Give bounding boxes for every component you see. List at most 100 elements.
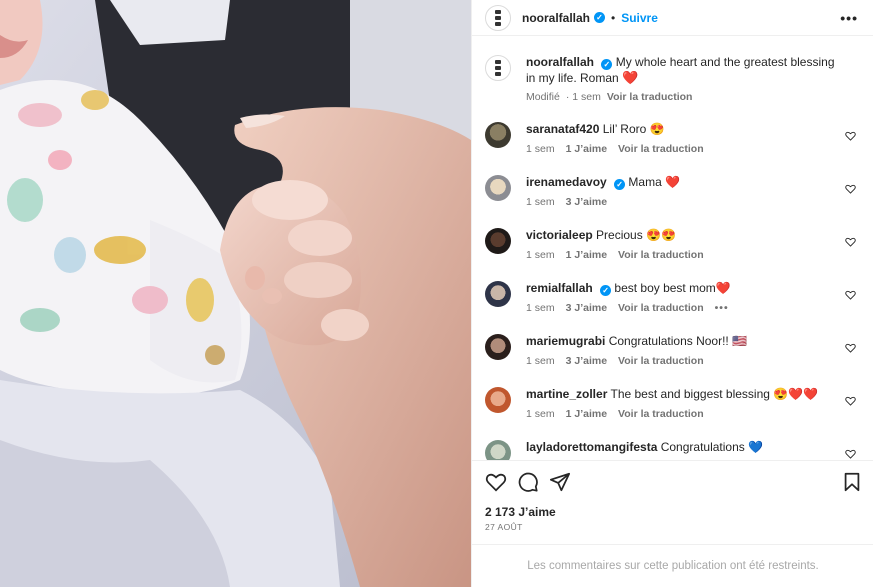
comment-time: 1 sem: [526, 249, 555, 261]
caption-emoji: ❤️: [622, 70, 639, 85]
caption-edited: Modifié: [526, 91, 560, 103]
post-sidebar: nooralfallah ✓ • Suivre ••• nooralfallah…: [471, 0, 873, 587]
comment-text: Precious: [596, 228, 643, 242]
comment-likes[interactable]: 1 J’aime: [566, 407, 607, 422]
comment-meta: 1 sem 3 J’aime: [526, 195, 846, 210]
heart-outline-icon[interactable]: [845, 449, 856, 459]
commenter-avatar[interactable]: [485, 281, 511, 307]
comment-translate-link[interactable]: Voir la traduction: [618, 301, 704, 316]
comment-meta: 1 sem 3 J’aime Voir la traduction: [526, 354, 846, 369]
comment-translate-link[interactable]: Voir la traduction: [618, 407, 704, 422]
comment-emoji: 😍: [649, 122, 665, 136]
post-photo[interactable]: [0, 0, 471, 587]
commenter-avatar[interactable]: [485, 228, 511, 254]
profile-logo-icon: [493, 60, 503, 76]
comment-body: mariemugrabi Congratulations Noor!! 🇺🇸 1…: [526, 334, 846, 369]
comment-meta: 1 sem 3 J’aime Voir la traduction •••: [526, 301, 846, 316]
comment-meta: 1 sem 1 J’aime Voir la traduction: [526, 407, 846, 422]
comment-text: best boy best mom: [614, 281, 716, 295]
commenter-avatar[interactable]: [485, 175, 511, 201]
comments-restricted-notice: Les commentaires sur cette publication o…: [472, 544, 873, 587]
comment-text: Mama: [628, 175, 662, 189]
heart-outline-icon[interactable]: [845, 184, 856, 194]
comment-options-icon[interactable]: •••: [715, 301, 729, 316]
comment-emoji: ❤️: [665, 175, 681, 189]
comments-list[interactable]: nooralfallah ✓ My whole heart and the gr…: [472, 37, 873, 460]
comment-item: mariemugrabi Congratulations Noor!! 🇺🇸 1…: [485, 334, 869, 369]
comment-text: Lil’ Roro: [602, 122, 647, 136]
comment-likes[interactable]: 3 J’aime: [566, 195, 607, 210]
comment-username[interactable]: irenamedavoy: [526, 175, 607, 189]
comment-text: Congratulations Noor!!: [608, 334, 729, 348]
bookmark-icon[interactable]: [841, 471, 863, 493]
comment-time: 1 sem: [526, 143, 555, 155]
comment-body: saranataf420 Lil’ Roro 😍 1 sem 1 J’aime …: [526, 122, 846, 157]
comment-likes[interactable]: 1 J’aime: [566, 142, 607, 157]
verified-badge-icon: ✓: [600, 285, 612, 296]
post-date: 27 AOÛT: [485, 522, 523, 532]
comment-text: The best and biggest blessing: [610, 387, 770, 401]
comment-likes[interactable]: 3 J’aime: [566, 354, 607, 369]
commenter-avatar[interactable]: [485, 122, 511, 148]
comment-likes[interactable]: 1 J’aime: [566, 248, 607, 263]
caption-time: · 1 sem: [565, 91, 601, 103]
comment-emoji: 🇺🇸: [732, 334, 748, 348]
comment-body: victorialeep Precious 😍😍 1 sem 1 J’aime …: [526, 228, 846, 263]
heart-outline-icon[interactable]: [845, 290, 856, 300]
comment-body: remialfallah ✓ best boy best mom❤️ 1 sem…: [526, 281, 846, 316]
commenter-avatar[interactable]: [485, 334, 511, 360]
comment-item: saranataf420 Lil’ Roro 😍 1 sem 1 J’aime …: [485, 122, 869, 157]
caption-username[interactable]: nooralfallah: [526, 55, 594, 69]
commenter-avatar[interactable]: [485, 440, 511, 460]
comment-item: layladorettomangifesta Congratulations 💙: [485, 440, 869, 460]
paper-plane-icon[interactable]: [549, 471, 571, 493]
heart-outline-icon[interactable]: [845, 343, 856, 353]
comment-body: irenamedavoy ✓ Mama ❤️ 1 sem 3 J’aime: [526, 175, 846, 210]
comment-translate-link[interactable]: Voir la traduction: [618, 142, 704, 157]
comment-username[interactable]: layladorettomangifesta: [526, 440, 657, 454]
comment-username[interactable]: victorialeep: [526, 228, 593, 242]
heart-outline-icon[interactable]: [845, 396, 856, 406]
caption-avatar[interactable]: [485, 55, 511, 81]
like-count[interactable]: 2 173 J’aime: [485, 505, 556, 519]
comment-emoji: ❤️: [715, 281, 731, 295]
caption-body: nooralfallah ✓ My whole heart and the gr…: [526, 55, 846, 105]
comment-text: Congratulations: [660, 440, 745, 454]
comment-translate-link[interactable]: Voir la traduction: [618, 354, 704, 369]
comment-username[interactable]: saranataf420: [526, 122, 599, 136]
comment-emoji: 💙: [748, 440, 764, 454]
verified-badge-icon: ✓: [601, 59, 613, 70]
separator-dot: •: [611, 10, 616, 25]
comment-likes[interactable]: 3 J’aime: [566, 301, 607, 316]
avatar[interactable]: [485, 4, 511, 31]
post-actions: 2 173 J’aime 27 AOÛT: [472, 460, 873, 544]
comment-meta: 1 sem 1 J’aime Voir la traduction: [526, 248, 846, 263]
heart-outline-icon[interactable]: [845, 131, 856, 141]
comment-body: martine_zoller The best and biggest bles…: [526, 387, 846, 422]
comment-username[interactable]: remialfallah: [526, 281, 593, 295]
comment-translate-link[interactable]: Voir la traduction: [618, 248, 704, 263]
caption-translate-link[interactable]: Voir la traduction: [607, 90, 693, 105]
author-username[interactable]: nooralfallah: [522, 11, 590, 25]
profile-logo-icon: [493, 9, 503, 26]
comment-body: layladorettomangifesta Congratulations 💙: [526, 440, 846, 460]
heart-outline-icon[interactable]: [845, 237, 856, 247]
comment-item: victorialeep Precious 😍😍 1 sem 1 J’aime …: [485, 228, 869, 263]
comment-username[interactable]: mariemugrabi: [526, 334, 605, 348]
comment-meta: 1 sem 1 J’aime Voir la traduction: [526, 142, 846, 157]
comment-item: irenamedavoy ✓ Mama ❤️ 1 sem 3 J’aime: [485, 175, 869, 210]
comment-time: 1 sem: [526, 302, 555, 314]
comment-time: 1 sem: [526, 355, 555, 367]
commenter-avatar[interactable]: [485, 387, 511, 413]
comment-item: remialfallah ✓ best boy best mom❤️ 1 sem…: [485, 281, 869, 316]
comment-item: martine_zoller The best and biggest bles…: [485, 387, 869, 422]
heart-outline-icon[interactable]: [485, 471, 507, 493]
comment-emoji: 😍❤️❤️: [773, 387, 819, 401]
caption-meta: Modifié · 1 sem Voir la traduction: [526, 90, 846, 105]
post-header: nooralfallah ✓ • Suivre •••: [472, 0, 873, 36]
more-dots-icon[interactable]: •••: [840, 10, 858, 26]
post-modal: nooralfallah ✓ • Suivre ••• nooralfallah…: [0, 0, 873, 587]
follow-button[interactable]: Suivre: [621, 11, 658, 25]
comment-bubble-icon[interactable]: [517, 471, 539, 493]
comment-username[interactable]: martine_zoller: [526, 387, 607, 401]
